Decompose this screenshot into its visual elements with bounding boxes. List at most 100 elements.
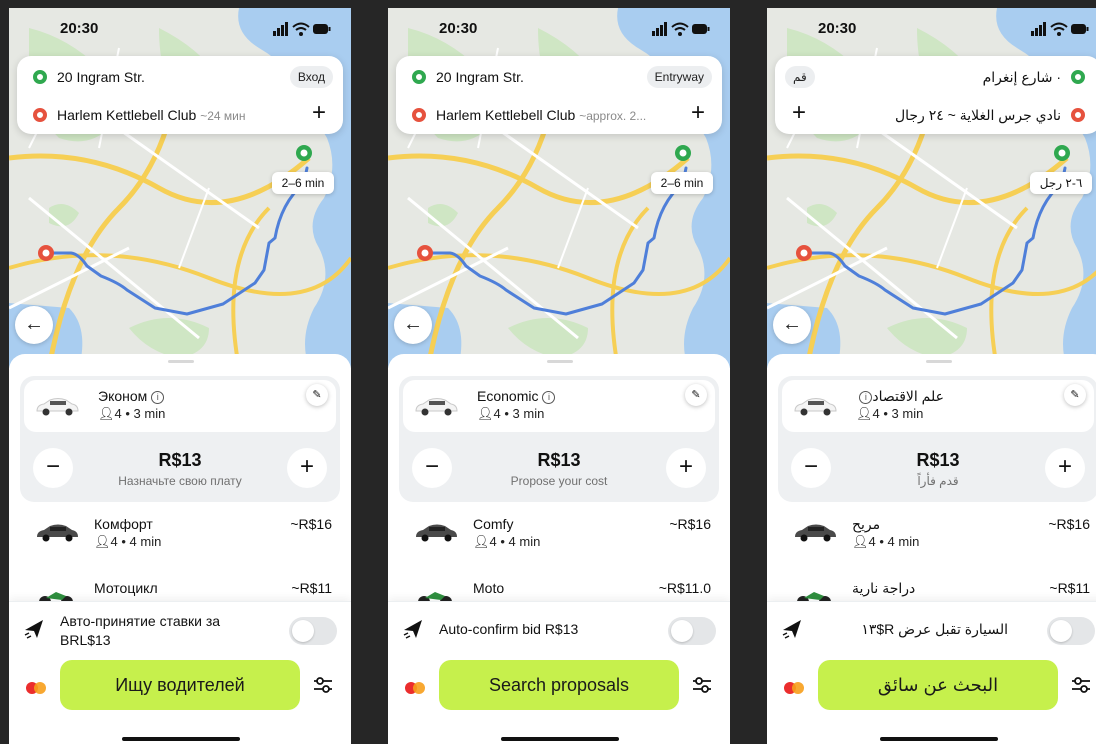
option-price: ~R$11 — [1049, 580, 1090, 596]
action-bar: Auto-confirm bid R$13 Search proposals — [388, 601, 730, 744]
tariff-option-comfort[interactable]: Комфорт 👤︎4 • 4 min ~R$16 — [20, 510, 340, 560]
map-eta-label: 2–6 min — [651, 172, 713, 194]
tariff-card-economy[interactable]: Эконом i 👤︎4 • 3 min ✎ — [24, 380, 336, 432]
origin-dot-icon — [1071, 70, 1085, 84]
add-stop-button[interactable]: + — [307, 101, 331, 126]
increase-price-button[interactable]: + — [1045, 448, 1085, 488]
home-indicator — [122, 737, 240, 741]
pencil-icon: ✎ — [1070, 389, 1080, 401]
to-eta: ~approx. 2... — [579, 109, 647, 123]
decrease-price-button[interactable]: − — [412, 448, 452, 488]
edit-tariff-button[interactable]: ✎ — [306, 384, 328, 406]
increase-price-button[interactable]: + — [287, 448, 327, 488]
phone-screen: 2–6 min ← 20:30 20 Ingram Str. Вход Harl… — [9, 8, 351, 744]
entrance-tag[interactable]: قم — [785, 66, 815, 88]
toggle-knob — [671, 620, 693, 642]
from-address-row[interactable]: · شارع إنغرام قم — [775, 58, 1096, 96]
battery-icon — [313, 24, 331, 34]
map-eta-label: ٦-٢ رجل — [1030, 172, 1092, 194]
tariff-name-text: Economic — [477, 388, 539, 404]
tariff-name: Эконом i — [98, 388, 165, 404]
person-icon: 👤︎ — [94, 534, 111, 549]
increase-price-button[interactable]: + — [666, 448, 706, 488]
mastercard-icon[interactable] — [783, 681, 805, 695]
add-stop-button[interactable]: + — [787, 101, 811, 126]
auto-confirm-toggle[interactable] — [289, 617, 337, 645]
person-icon: 👤︎ — [852, 534, 869, 549]
mastercard-icon[interactable] — [404, 681, 426, 695]
back-arrow-icon: ← — [782, 313, 802, 335]
entrance-tag[interactable]: Вход — [289, 66, 333, 88]
info-icon[interactable]: i — [859, 391, 873, 404]
tariff-name-text: علم الاقتصاد — [872, 388, 944, 404]
add-stop-button[interactable]: + — [686, 101, 710, 126]
price-hint: Назначьте свою плату — [118, 474, 242, 488]
tariff-meta-text: 4 • 3 min — [493, 406, 545, 421]
price-hint: Propose your cost — [510, 474, 608, 488]
option-price: ~R$16 — [290, 516, 332, 532]
sheet-handle[interactable] — [547, 360, 573, 363]
car-icon — [794, 398, 837, 416]
from-address: · شارع إنغرام — [982, 69, 1061, 85]
decrease-price-button[interactable]: − — [33, 448, 73, 488]
filter-icon[interactable] — [1071, 676, 1091, 694]
tariff-meta: 👤︎4 • 3 min — [477, 406, 544, 422]
status-bar: 20:30 — [9, 8, 351, 48]
selected-tariff-panel: Эконом i 👤︎4 • 3 min ✎ − R$13 Назначьте с… — [20, 376, 340, 502]
filter-icon[interactable] — [313, 676, 333, 694]
plane-icon — [24, 620, 43, 639]
option-price: ~R$11.0 — [658, 580, 711, 596]
auto-confirm-toggle[interactable] — [668, 617, 716, 645]
to-address-row[interactable]: نادي جرس الغلاية ~ ٢٤ رجال + — [775, 96, 1096, 134]
info-icon[interactable]: i — [151, 391, 165, 404]
battery-icon — [692, 24, 710, 34]
edit-tariff-button[interactable]: ✎ — [1064, 384, 1086, 406]
mastercard-icon[interactable] — [25, 681, 47, 695]
auto-confirm-toggle[interactable] — [1047, 617, 1095, 645]
system-icons — [652, 22, 710, 36]
status-bar: 20:30 — [767, 8, 1096, 48]
option-name: مريح — [852, 516, 881, 532]
person-icon: 👤︎ — [856, 406, 873, 421]
entrance-tag[interactable]: Entryway — [646, 66, 712, 88]
from-address-row[interactable]: 20 Ingram Str. Entryway — [396, 58, 722, 96]
option-name: Комфорт — [94, 516, 153, 532]
filter-icon[interactable] — [692, 676, 712, 694]
from-address-row[interactable]: 20 Ingram Str. Вход — [17, 58, 343, 96]
car-icon — [415, 398, 458, 416]
person-icon: 👤︎ — [477, 406, 494, 421]
tariff-card-economy[interactable]: علم الاقتصادi 👤︎4 • 3 min ✎ — [782, 380, 1094, 432]
address-card: 20 Ingram Str. Вход Harlem Kettlebell Cl… — [17, 56, 343, 134]
to-address-row[interactable]: Harlem Kettlebell Club ~24 мин + — [17, 96, 343, 134]
system-icons — [273, 22, 331, 36]
map-eta-label: 2–6 min — [272, 172, 334, 194]
search-drivers-button[interactable]: Ищу водителей — [60, 660, 300, 710]
back-button[interactable]: ← — [394, 306, 432, 344]
option-price: ~R$16 — [1048, 516, 1090, 532]
pencil-icon: ✎ — [691, 389, 701, 401]
price-hint: قدم فأراً — [917, 474, 959, 488]
decrease-price-button[interactable]: − — [791, 448, 831, 488]
back-arrow-icon: ← — [24, 313, 44, 335]
battery-icon — [1071, 24, 1089, 34]
back-button[interactable]: ← — [15, 306, 53, 344]
tariff-option-comfort[interactable]: Comfy 👤︎4 • 4 min ~R$16 — [399, 510, 719, 560]
tariff-card-economy[interactable]: Economic i 👤︎4 • 3 min ✎ — [403, 380, 715, 432]
wifi-icon — [1050, 22, 1068, 36]
search-drivers-button[interactable]: البحث عن سائق — [818, 660, 1058, 710]
to-address-row[interactable]: Harlem Kettlebell Club ~approx. 2... + — [396, 96, 722, 134]
origin-dot-icon — [412, 70, 426, 84]
tariff-name: Economic i — [477, 388, 556, 404]
to-address-name: Harlem Kettlebell Club — [57, 107, 197, 123]
tariff-option-comfort[interactable]: مريح 👤︎4 • 4 min ~R$16 — [778, 510, 1096, 560]
sheet-handle[interactable] — [168, 360, 194, 363]
info-icon[interactable]: i — [542, 391, 556, 404]
search-drivers-button[interactable]: Search proposals — [439, 660, 679, 710]
option-name: Comfy — [473, 516, 514, 532]
sheet-handle[interactable] — [926, 360, 952, 363]
option-name: دراجة نارية — [852, 580, 916, 596]
edit-tariff-button[interactable]: ✎ — [685, 384, 707, 406]
wifi-icon — [292, 22, 310, 36]
tariff-meta: 👤︎4 • 3 min — [98, 406, 165, 422]
back-button[interactable]: ← — [773, 306, 811, 344]
